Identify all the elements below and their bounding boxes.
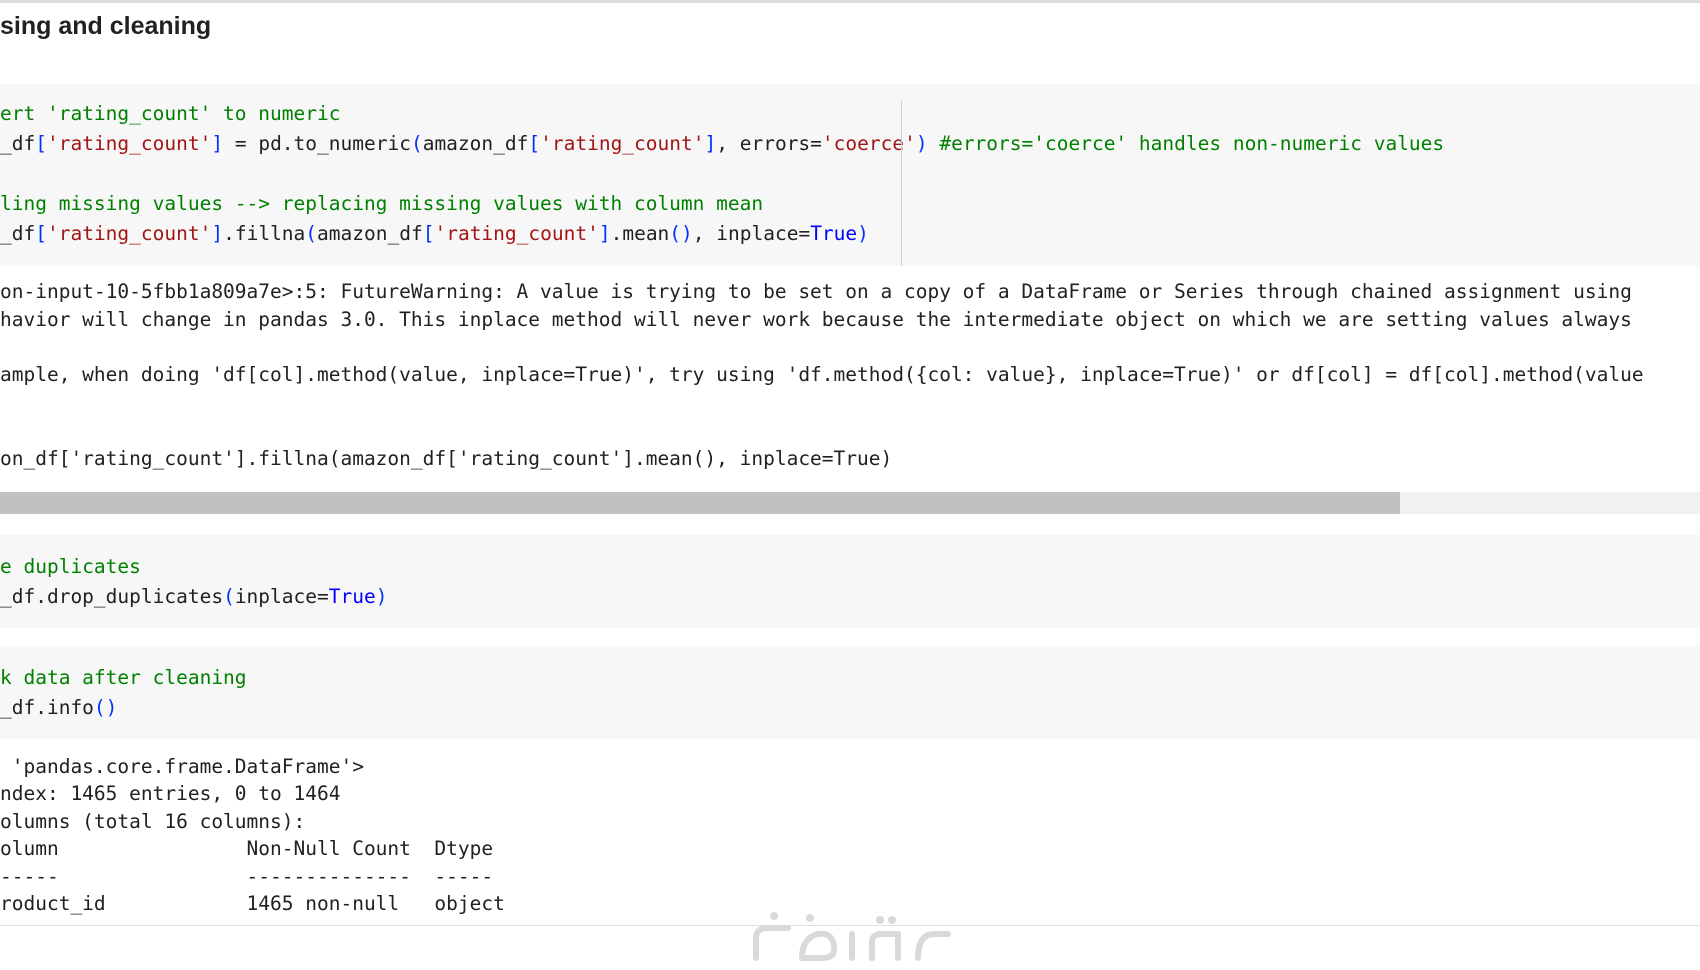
code-cell-2[interactable]	[0, 535, 1700, 628]
code-token: ]	[598, 222, 611, 245]
code-token: 'rating_count'	[46, 132, 212, 155]
notebook-viewport: sing and cleaning ert 'rating_count' to …	[0, 0, 1700, 970]
code-token: 'rating_count'	[434, 222, 599, 245]
code-token: ]	[211, 222, 224, 245]
output-line: ndex: 1465 entries, 0 to 1464	[0, 782, 341, 805]
code-token: amazon_df	[422, 132, 529, 155]
code-cell-3[interactable]	[0, 646, 1700, 739]
code-token: True	[328, 585, 376, 608]
code-token: amazon_df	[317, 222, 423, 245]
section-heading: sing and cleaning	[0, 12, 212, 40]
output-line: olumn Non-Null Count Dtype	[0, 837, 494, 860]
code-token: _df	[0, 222, 36, 245]
code-line[interactable]: e duplicates	[0, 555, 141, 579]
code-token: _df.drop_duplicates	[0, 585, 224, 608]
output-line: olumns (total 16 columns):	[0, 810, 306, 833]
code-token: [	[528, 132, 541, 155]
output-line: ample, when doing 'df[col].method(value,…	[0, 363, 1644, 386]
code-token: 'rating_count'	[540, 132, 705, 155]
code-token: 'rating_count'	[46, 222, 212, 245]
code-token: [	[35, 132, 47, 155]
scrollbar-thumb[interactable]	[0, 492, 1400, 514]
code-token: , errors=	[716, 132, 822, 155]
code-token: #errors='coerce' handles non-numeric val…	[927, 132, 1445, 155]
code-token: inplace=	[234, 585, 329, 608]
code-token: ()	[93, 696, 118, 719]
code-token: (	[305, 222, 318, 245]
output-line: on_df['rating_count'].fillna(amazon_df['…	[0, 447, 893, 470]
code-line[interactable]: _df.info()	[0, 696, 117, 720]
code-line[interactable]: ert 'rating_count' to numeric	[0, 102, 340, 126]
watermark-logo-icon	[753, 912, 951, 961]
code-token: )	[857, 222, 869, 245]
code-token: (	[410, 132, 423, 155]
code-token: _df.info	[0, 696, 94, 719]
code-token: )	[915, 132, 928, 155]
code-token: ()	[669, 222, 693, 245]
code-token: ling missing values --> replacing missin…	[0, 192, 764, 215]
code-line[interactable]: _df.drop_duplicates(inplace=True)	[0, 585, 387, 609]
code-token: ]	[211, 132, 224, 155]
code-line[interactable]: k data after cleaning	[0, 666, 247, 690]
output-line: on-input-10-5fbb1a809a7e>:5: FutureWarni…	[0, 280, 1632, 303]
code-token: = pd.to_numeric	[223, 132, 411, 155]
code-token: )	[375, 585, 388, 608]
watermark-logo	[748, 898, 958, 970]
code-token: True	[810, 222, 858, 245]
code-token: .mean	[610, 222, 670, 245]
code-line[interactable]: _df['rating_count'] = pd.to_numeric(amaz…	[0, 132, 1444, 156]
output-line: havior will change in pandas 3.0. This i…	[0, 308, 1632, 331]
code-token: (	[223, 585, 235, 608]
code-token: [	[35, 222, 47, 245]
code-token: .fillna	[223, 222, 306, 245]
code-token: _df	[0, 132, 36, 155]
code-token: ]	[704, 132, 717, 155]
bracket-guide	[901, 100, 902, 266]
code-token: e duplicates	[0, 555, 141, 578]
code-line[interactable]: ling missing values --> replacing missin…	[0, 192, 763, 216]
code-line[interactable]: _df['rating_count'].fillna(amazon_df['ra…	[0, 222, 869, 246]
output-line: roduct_id 1465 non-null object	[0, 892, 505, 915]
top-shadow-divider	[0, 0, 1700, 3]
code-token: ert 'rating_count' to numeric	[0, 102, 341, 125]
output-line: ----- -------------- -----	[0, 865, 494, 888]
code-token: k data after cleaning	[0, 666, 247, 689]
output-line: 'pandas.core.frame.DataFrame'>	[0, 755, 364, 778]
code-token: [	[422, 222, 435, 245]
output-horizontal-scrollbar[interactable]	[0, 492, 1700, 514]
code-token: , inplace=	[692, 222, 811, 245]
